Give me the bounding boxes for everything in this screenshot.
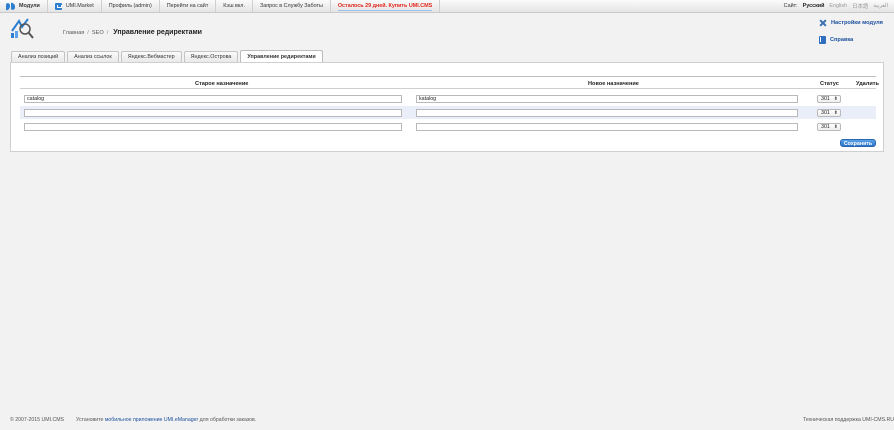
table-row: 301⬍	[20, 120, 876, 133]
emanager-app-link[interactable]: мобильное приложение UMI.eManager	[105, 417, 198, 423]
table-header: Старое назначение Новое назначение Стату…	[20, 76, 879, 89]
status-select[interactable]: 301 ⬍	[817, 95, 841, 103]
site-label: Сайт:	[783, 3, 798, 9]
goto-site-link[interactable]: Перейти на сайт	[160, 0, 217, 12]
header-new-target: Новое назначение	[588, 81, 639, 87]
support-label: Запрос в Службу Заботы	[259, 3, 323, 9]
book-icon	[819, 36, 826, 44]
tab-bar: Анализ позиций Анализ ссылок Яндекс.Вебм…	[11, 50, 323, 62]
status-value: 301	[821, 96, 830, 102]
breadcrumb-seo[interactable]: SEO	[92, 30, 104, 36]
install-suffix: для обработки заказов.	[199, 417, 257, 423]
top-bar: Модули UMI.Market Профиль (admin) Перейт…	[0, 0, 894, 13]
save-button[interactable]: Сохранить	[840, 139, 876, 147]
cache-toggle[interactable]: Кэш вкл.	[216, 0, 253, 12]
chevron-updown-icon: ⬍	[833, 124, 838, 130]
redirects-panel: Старое назначение Новое назначение Стату…	[10, 62, 884, 152]
lang-english[interactable]: English	[829, 3, 847, 9]
profile-label: Профиль (admin)	[108, 3, 152, 9]
status-value: 301	[821, 124, 830, 130]
butterfly-icon	[6, 3, 15, 10]
lang-arabic[interactable]: العربية	[873, 3, 888, 9]
tab-link-analysis[interactable]: Анализ ссылок	[67, 51, 119, 62]
promo-progress-bar	[337, 10, 433, 11]
new-target-input[interactable]	[416, 95, 798, 103]
status-select[interactable]: 301 ⬍	[817, 109, 841, 117]
module-settings-link[interactable]: Настройки модуля	[819, 19, 883, 27]
module-settings-label: Настройки модуля	[831, 20, 883, 26]
support-link[interactable]: Запрос в Службу Заботы	[253, 0, 331, 12]
support-footer-link[interactable]: Техническая поддержка UMI-CMS.RU	[803, 417, 894, 423]
cart-icon	[54, 2, 62, 10]
tab-position-analysis[interactable]: Анализ позиций	[11, 51, 66, 62]
tab-redirect-management[interactable]: Управление редиректами	[240, 50, 323, 62]
cache-label: Кэш вкл.	[223, 3, 245, 9]
status-value: 301	[821, 110, 830, 116]
lang-russian[interactable]: Русский	[803, 3, 825, 9]
breadcrumb-separator: /	[87, 29, 89, 36]
goto-site-label: Перейти на сайт	[166, 3, 209, 9]
header-old-target: Старое назначение	[195, 81, 249, 87]
breadcrumb-separator: /	[106, 29, 109, 36]
seo-module-logo	[11, 18, 34, 39]
promo-label: Осталось 29 дней. Купить UMI.CMS	[337, 3, 433, 9]
table-row: 301⬍	[20, 106, 876, 119]
market-label: UMI.Market	[65, 3, 94, 9]
buy-promo-link[interactable]: Осталось 29 дней. Купить UMI.CMS	[331, 0, 441, 12]
modules-menu[interactable]: Модули	[0, 0, 48, 12]
copyright: © 2007-2015 UMI.CMS	[10, 417, 64, 423]
breadcrumb: Главная / SEO / Управление редиректами	[63, 29, 202, 36]
header-delete: Удалить	[856, 81, 879, 87]
wrench-icon	[819, 19, 827, 27]
tab-yandex-webmaster[interactable]: Яндекс.Вебмастер	[120, 51, 182, 62]
old-target-input[interactable]	[24, 123, 402, 131]
new-target-input[interactable]	[416, 123, 798, 131]
install-prefix: Установите	[76, 417, 104, 423]
footer: © 2007-2015 UMI.CMS Установите мобильное …	[0, 416, 894, 426]
header-status: Статус	[820, 81, 839, 87]
help-label: Справка	[830, 37, 854, 43]
chevron-updown-icon: ⬍	[833, 110, 838, 116]
footer-left: © 2007-2015 UMI.CMS Установите мобильное …	[10, 417, 256, 423]
old-target-input[interactable]	[24, 95, 402, 103]
lang-japanese[interactable]: 日本語	[852, 2, 868, 10]
language-switcher: Сайт: Русский English 日本語 العربية	[784, 0, 894, 12]
modules-label: Модули	[19, 3, 40, 9]
page-title: Управление редиректами	[113, 29, 202, 36]
status-select[interactable]: 301 ⬍	[817, 123, 841, 131]
profile-link[interactable]: Профиль (admin)	[102, 0, 160, 12]
table-row: 301⬍	[20, 92, 876, 105]
breadcrumb-home[interactable]: Главная	[63, 30, 84, 36]
tab-yandex-islands[interactable]: Яндекс.Острова	[183, 51, 239, 62]
chevron-updown-icon: ⬍	[833, 96, 838, 102]
side-links: Настройки модуля Справка	[819, 19, 883, 53]
help-link[interactable]: Справка	[819, 36, 883, 44]
market-link[interactable]: UMI.Market	[48, 0, 102, 12]
old-target-input[interactable]	[24, 109, 402, 117]
new-target-input[interactable]	[416, 109, 798, 117]
